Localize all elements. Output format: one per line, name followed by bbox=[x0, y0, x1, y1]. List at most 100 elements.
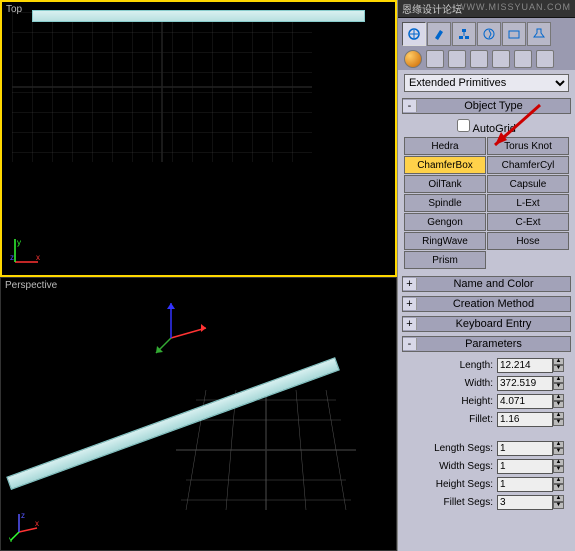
width-spinner[interactable]: ▲▼ bbox=[497, 376, 567, 391]
prism-button[interactable]: Prism bbox=[404, 251, 486, 269]
display-tab[interactable] bbox=[502, 22, 526, 46]
chamferbox-button[interactable]: ChamferBox bbox=[404, 156, 486, 174]
hierarchy-tab[interactable] bbox=[452, 22, 476, 46]
name-color-header[interactable]: +Name and Color bbox=[402, 276, 571, 292]
height_segs-label: Height Segs: bbox=[406, 479, 493, 490]
systems-icon[interactable] bbox=[536, 50, 554, 68]
l-ext-button[interactable]: L-Ext bbox=[487, 194, 569, 212]
viewport-top[interactable]: Top x y z bbox=[0, 0, 397, 277]
command-panel: 恩缘设计论坛 WWW.MISSYUAN.COM Extended Primiti… bbox=[397, 0, 575, 551]
shapes-icon[interactable] bbox=[426, 50, 444, 68]
height_segs-input[interactable] bbox=[497, 477, 553, 492]
primitive-select[interactable]: Extended Primitives bbox=[404, 74, 569, 92]
svg-text:z: z bbox=[10, 253, 14, 262]
length_segs-spinner[interactable]: ▲▼ bbox=[497, 441, 567, 456]
object-type-header[interactable]: - Object Type bbox=[402, 98, 571, 114]
height-input[interactable] bbox=[497, 394, 553, 409]
titlebar-text: 恩缘设计论坛 bbox=[402, 1, 462, 16]
height_segs-spin-down[interactable]: ▼ bbox=[553, 484, 564, 491]
width_segs-row: Width Segs: ▲▼ bbox=[406, 459, 567, 474]
height-spin-up[interactable]: ▲ bbox=[553, 394, 564, 401]
length_segs-label: Length Segs: bbox=[406, 443, 493, 454]
height-spinner[interactable]: ▲▼ bbox=[497, 394, 567, 409]
move-gizmo[interactable] bbox=[151, 298, 211, 358]
axis-gizmo-top: x y z bbox=[10, 237, 40, 267]
rollout-toggle[interactable]: - bbox=[403, 338, 417, 350]
length-input[interactable] bbox=[497, 358, 553, 373]
utilities-tab[interactable] bbox=[527, 22, 551, 46]
width_segs-spin-up[interactable]: ▲ bbox=[553, 459, 564, 466]
height_segs-spin-up[interactable]: ▲ bbox=[553, 477, 564, 484]
c-ext-button[interactable]: C-Ext bbox=[487, 213, 569, 231]
fillet_segs-spin-up[interactable]: ▲ bbox=[553, 495, 564, 502]
length-spinner[interactable]: ▲▼ bbox=[497, 358, 567, 373]
modify-tab[interactable] bbox=[427, 22, 451, 46]
cameras-icon[interactable] bbox=[470, 50, 488, 68]
helpers-icon[interactable] bbox=[492, 50, 510, 68]
creation-method-header[interactable]: +Creation Method bbox=[402, 296, 571, 312]
spacewarps-icon[interactable] bbox=[514, 50, 532, 68]
rollout-toggle[interactable]: - bbox=[403, 100, 417, 112]
geometry-icon[interactable] bbox=[404, 50, 422, 68]
hedra-button[interactable]: Hedra bbox=[404, 137, 486, 155]
height_segs-spinner[interactable]: ▲▼ bbox=[497, 477, 567, 492]
fillet-row: Fillet: ▲▼ bbox=[406, 412, 567, 427]
create-tab[interactable] bbox=[402, 22, 426, 46]
panel-titlebar: 恩缘设计论坛 WWW.MISSYUAN.COM bbox=[398, 0, 575, 18]
svg-text:z: z bbox=[21, 512, 25, 520]
rollout-toggle[interactable]: + bbox=[403, 298, 417, 310]
length_segs-row: Length Segs: ▲▼ bbox=[406, 441, 567, 456]
rollout-title: Creation Method bbox=[417, 298, 570, 310]
hose-button[interactable]: Hose bbox=[487, 232, 569, 250]
rollout-toggle[interactable]: + bbox=[403, 278, 417, 290]
capsule-button[interactable]: Capsule bbox=[487, 175, 569, 193]
length_segs-spin-down[interactable]: ▼ bbox=[553, 448, 564, 455]
category-icons bbox=[398, 48, 575, 70]
fillet_segs-spin-down[interactable]: ▼ bbox=[553, 502, 564, 509]
torus-knot-button[interactable]: Torus Knot bbox=[487, 137, 569, 155]
fillet-spin-up[interactable]: ▲ bbox=[553, 412, 564, 419]
length_segs-spin-up[interactable]: ▲ bbox=[553, 441, 564, 448]
primitive-dropdown[interactable]: Extended Primitives bbox=[404, 74, 569, 92]
gengon-button[interactable]: Gengon bbox=[404, 213, 486, 231]
fillet-spinner[interactable]: ▲▼ bbox=[497, 412, 567, 427]
rollout-title: Object Type bbox=[417, 100, 570, 112]
keyboard-entry-header[interactable]: +Keyboard Entry bbox=[402, 316, 571, 332]
width_segs-spinner[interactable]: ▲▼ bbox=[497, 459, 567, 474]
rollout-title: Keyboard Entry bbox=[417, 318, 570, 330]
motion-tab[interactable] bbox=[477, 22, 501, 46]
fillet_segs-spinner[interactable]: ▲▼ bbox=[497, 495, 567, 510]
viewport-perspective[interactable]: Perspective bbox=[0, 277, 397, 551]
chamfercyl-button[interactable]: ChamferCyl bbox=[487, 156, 569, 174]
fillet_segs-input[interactable] bbox=[497, 495, 553, 510]
svg-text:y: y bbox=[17, 238, 21, 247]
width-row: Width: ▲▼ bbox=[406, 376, 567, 391]
width-spin-up[interactable]: ▲ bbox=[553, 376, 564, 383]
length_segs-input[interactable] bbox=[497, 441, 553, 456]
svg-text:x: x bbox=[36, 253, 40, 262]
chamferbox-object-top[interactable] bbox=[32, 10, 365, 22]
lights-icon[interactable] bbox=[448, 50, 466, 68]
length-spin-down[interactable]: ▼ bbox=[553, 365, 564, 372]
oiltank-button[interactable]: OilTank bbox=[404, 175, 486, 193]
ringwave-button[interactable]: RingWave bbox=[404, 232, 486, 250]
width_segs-label: Width Segs: bbox=[406, 461, 493, 472]
width-label: Width: bbox=[406, 378, 493, 389]
command-tabs bbox=[398, 18, 575, 48]
autogrid-checkbox[interactable] bbox=[457, 119, 470, 132]
fillet-spin-down[interactable]: ▼ bbox=[553, 419, 564, 426]
width-input[interactable] bbox=[497, 376, 553, 391]
length-spin-up[interactable]: ▲ bbox=[553, 358, 564, 365]
fillet-label: Fillet: bbox=[406, 414, 493, 425]
parameters-header[interactable]: -Parameters bbox=[402, 336, 571, 352]
width-spin-down[interactable]: ▼ bbox=[553, 383, 564, 390]
height-spin-down[interactable]: ▼ bbox=[553, 401, 564, 408]
watermark: WWW.MISSYUAN.COM bbox=[457, 2, 571, 12]
width_segs-spin-down[interactable]: ▼ bbox=[553, 466, 564, 473]
object-button-grid: HedraTorus KnotChamferBoxChamferCylOilTa… bbox=[404, 137, 569, 269]
rollout-toggle[interactable]: + bbox=[403, 318, 417, 330]
spindle-button[interactable]: Spindle bbox=[404, 194, 486, 212]
width_segs-input[interactable] bbox=[497, 459, 553, 474]
length-row: Length: ▲▼ bbox=[406, 358, 567, 373]
fillet-input[interactable] bbox=[497, 412, 553, 427]
